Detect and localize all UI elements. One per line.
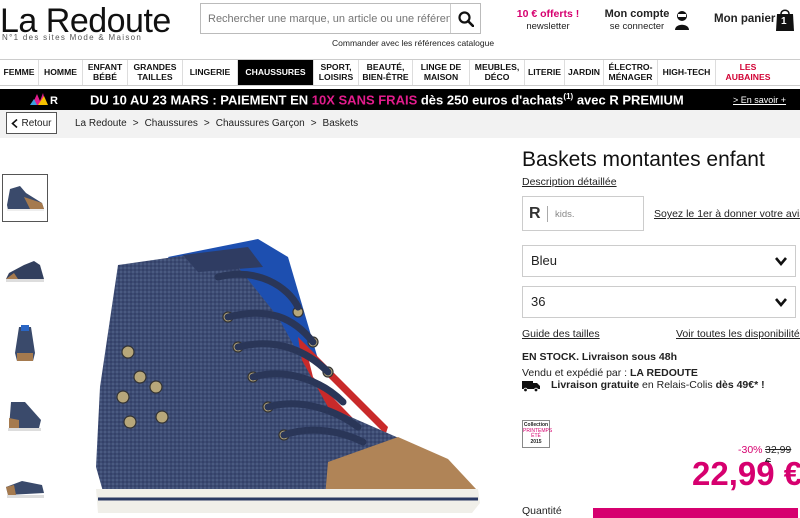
delivery-info: Livraison gratuite en Relais-Colis dès 4… [551, 379, 765, 391]
search-icon [457, 10, 474, 27]
product-thumbnail[interactable] [2, 392, 48, 440]
svg-text:R: R [50, 95, 58, 107]
first-review-link[interactable]: Soyez le 1er à donner votre avis! [654, 208, 800, 220]
nav-grandes-tailles[interactable]: GRANDES TAILLES [128, 60, 183, 85]
chevron-down-icon [775, 257, 787, 267]
cart-icon[interactable]: 1 [774, 8, 796, 32]
cart-count: 1 [781, 16, 787, 27]
review-search-box[interactable]: R kids. [522, 196, 644, 231]
product-thumbnail[interactable] [2, 246, 48, 294]
review-placeholder: kids. [555, 209, 575, 220]
nav-enfant-bebe[interactable]: ENFANT BÉBÉ [83, 60, 128, 85]
nav-linge-de-maison[interactable]: LINGE DE MAISON [413, 60, 470, 85]
nav-chaussures[interactable]: CHAUSSURES [238, 60, 314, 85]
review-badge-icon: R [529, 205, 541, 222]
nav-beaute-bien-etre[interactable]: BEAUTÉ, BIEN-ÊTRE [359, 60, 413, 85]
availability-link[interactable]: Voir toutes les disponibilités [676, 328, 800, 340]
back-label: Retour [21, 117, 52, 129]
newsletter-offer[interactable]: 10 € offerts ! newsletter [511, 8, 585, 32]
size-select-value: 36 [531, 294, 546, 309]
current-price: 22,99 € [692, 455, 800, 492]
quantity-label: Quantité [522, 505, 562, 517]
breadcrumb-item-home[interactable]: La Redoute [75, 118, 127, 129]
product-title: Baskets montantes enfant [522, 148, 765, 171]
color-select-value: Bleu [531, 253, 558, 268]
account-title: Mon compte [604, 8, 670, 20]
nav-homme[interactable]: HOMME [39, 60, 83, 85]
offer-title: 10 € offerts ! [516, 8, 580, 20]
chevron-left-icon [11, 118, 19, 128]
color-select[interactable]: Bleu [522, 245, 796, 277]
nav-electromenager[interactable]: ÉLECTRO- MÉNAGER [604, 60, 658, 85]
account-subtitle: se connecter [609, 21, 665, 32]
breadcrumb-item-chaussures-garcon[interactable]: Chaussures Garçon [216, 118, 305, 129]
collection-badge: Collection PRINTEMPS ÉTÉ 2015 [522, 420, 552, 448]
breadcrumb: La Redoute > Chaussures > Chaussures Garçon >… [75, 118, 359, 129]
nav-high-tech[interactable]: HIGH-TECH [658, 60, 716, 85]
product-thumbnail[interactable] [2, 464, 48, 512]
promo-banner[interactable]: R DU 10 AU 23 MARS : PAIEMENT EN 10X SAN… [0, 89, 800, 110]
search-button[interactable] [450, 4, 480, 33]
stock-status: EN STOCK. Livraison sous 48h [522, 351, 678, 363]
breadcrumb-item-baskets: Baskets [322, 118, 359, 129]
breadcrumb-item-chaussures[interactable]: Chaussures [145, 118, 198, 129]
nav-femme[interactable]: FEMME [0, 60, 39, 85]
product-thumbnail[interactable] [2, 174, 48, 222]
promo-more-link[interactable]: > En savoir + [733, 95, 786, 105]
chevron-down-icon [775, 298, 787, 308]
nav-jardin[interactable]: JARDIN [565, 60, 604, 85]
r-premium-logo: R [30, 93, 58, 107]
nav-sport-loisirs[interactable]: SPORT, LOISIRS [314, 60, 359, 85]
search-input[interactable] [201, 4, 451, 33]
product-thumbnail[interactable] [2, 319, 48, 367]
nav-literie[interactable]: LITERIE [525, 60, 565, 85]
search-box [200, 3, 481, 34]
product-main-image[interactable] [88, 227, 488, 516]
promo-text: DU 10 AU 23 MARS : PAIEMENT EN 10X SANS … [90, 92, 684, 108]
seller-info: Vendu et expédié par : LA REDOUTE [522, 367, 698, 379]
site-tagline: N°1 des sites Mode & Maison [2, 33, 143, 42]
back-button[interactable]: Retour [6, 112, 57, 134]
nav-lingerie[interactable]: LINGERIE [183, 60, 238, 85]
truck-icon [522, 381, 540, 392]
offer-subtitle: newsletter [526, 21, 570, 32]
size-guide-link[interactable]: Guide des tailles [522, 328, 600, 340]
nav-les-aubaines[interactable]: LES AUBAINES [716, 60, 780, 85]
seller-name: LA REDOUTE [630, 367, 698, 379]
nav-meubles-deco[interactable]: MEUBLES, DÉCO [470, 60, 525, 85]
detailed-description-link[interactable]: Description détaillée [522, 176, 617, 188]
catalog-reference-link[interactable]: Commander avec les références catalogue [332, 38, 494, 48]
cart-link[interactable]: Mon panier [714, 13, 775, 25]
size-select[interactable]: 36 [522, 286, 796, 318]
account-link[interactable]: Mon compte se connecter [600, 8, 674, 32]
main-navigation: FEMME HOMME ENFANT BÉBÉ GRANDES TAILLES … [0, 59, 800, 86]
add-to-cart-button[interactable] [593, 508, 798, 518]
user-icon[interactable] [674, 10, 690, 30]
